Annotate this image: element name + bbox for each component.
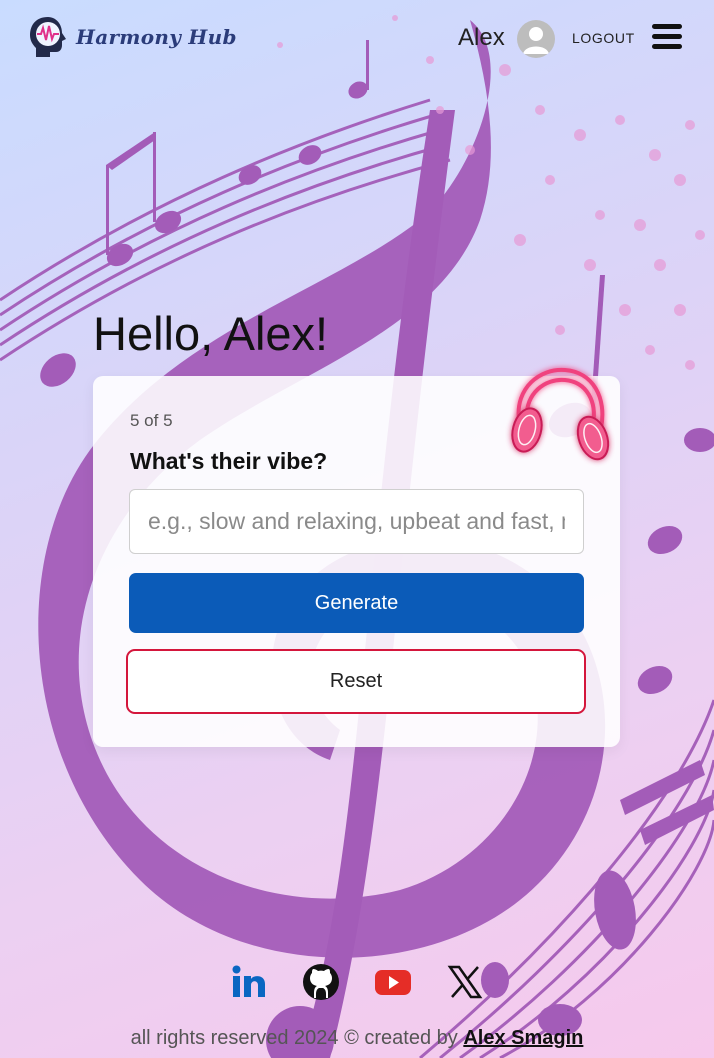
author-link[interactable]: Alex Smagin bbox=[463, 1027, 583, 1049]
avatar[interactable] bbox=[517, 20, 555, 58]
copyright-icon: © bbox=[344, 1027, 359, 1049]
hamburger-menu-icon[interactable] bbox=[652, 24, 682, 54]
top-bar: Harmony Hub Alex LOGOUT bbox=[0, 0, 714, 80]
generate-button[interactable]: Generate bbox=[129, 573, 584, 633]
user-avatar-icon bbox=[523, 27, 549, 54]
github-icon[interactable] bbox=[302, 963, 340, 1001]
youtube-icon[interactable] bbox=[374, 963, 412, 1001]
x-icon[interactable] bbox=[446, 963, 484, 1001]
app-name: Harmony Hub bbox=[76, 25, 237, 49]
logout-button[interactable]: LOGOUT bbox=[572, 30, 635, 46]
copyright-text: all rights reserved 2024 bbox=[130, 1027, 339, 1049]
footer-copyright: all rights reserved 2024 © created by Al… bbox=[0, 1027, 714, 1050]
brand-logo[interactable]: Harmony Hub bbox=[28, 15, 237, 59]
reset-button[interactable]: Reset bbox=[126, 649, 586, 714]
social-links bbox=[0, 963, 714, 1003]
headphones-icon bbox=[511, 367, 610, 461]
step-indicator: 5 of 5 bbox=[130, 411, 173, 430]
linkedin-icon[interactable] bbox=[230, 963, 268, 1001]
question-label: What's their vibe? bbox=[130, 448, 328, 474]
vibe-input[interactable] bbox=[129, 489, 584, 554]
greeting-heading: Hello, Alex! bbox=[93, 307, 329, 360]
user-name: Alex bbox=[458, 24, 505, 51]
head-pulse-logo-icon bbox=[30, 17, 66, 57]
created-by-text: created by bbox=[364, 1027, 458, 1049]
